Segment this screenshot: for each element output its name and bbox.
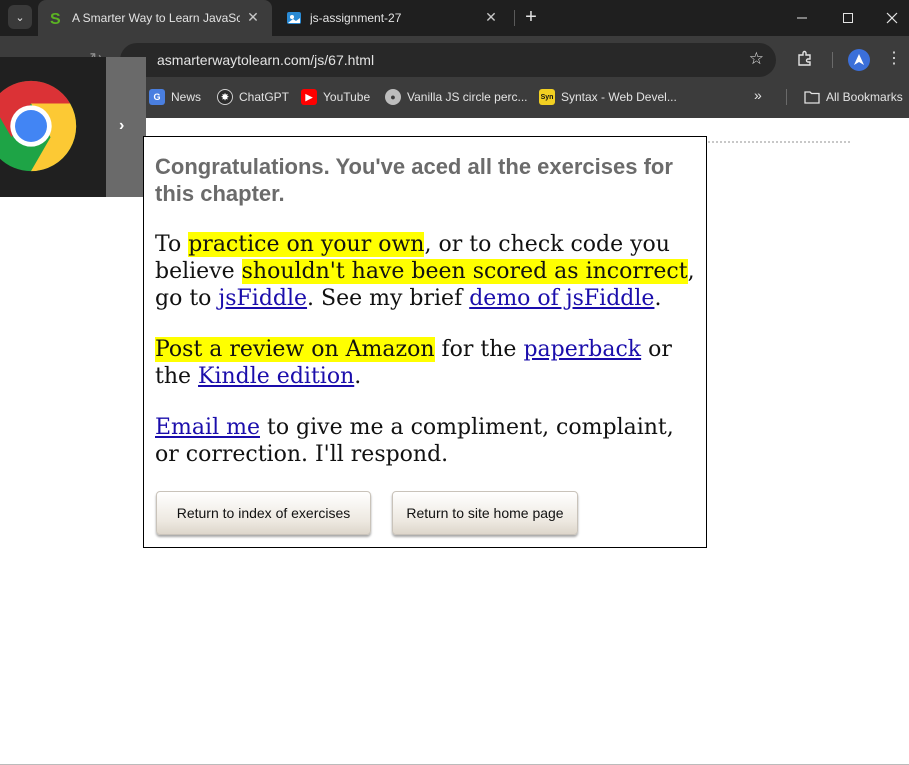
close-tab-icon[interactable]: ✕ bbox=[244, 9, 262, 26]
chrome-logo-overlay: › bbox=[0, 57, 146, 197]
tab-active[interactable]: S A Smarter Way to Learn JavaScript ✕ bbox=[38, 0, 272, 36]
chatgpt-icon: ✸ bbox=[217, 89, 233, 105]
text: . bbox=[654, 286, 662, 311]
bookmarks-overflow-icon[interactable]: » bbox=[754, 87, 762, 103]
new-tab-button[interactable]: + bbox=[520, 5, 542, 29]
syntax-icon: Syn bbox=[539, 89, 555, 105]
maximize-button[interactable] bbox=[825, 0, 871, 36]
maximize-icon bbox=[843, 13, 853, 23]
text: . bbox=[354, 364, 362, 389]
bookmark-label: News bbox=[171, 90, 202, 104]
highlight-practice: practice on your own bbox=[188, 232, 425, 257]
bookmark-label: Vanilla JS circle perc... bbox=[407, 90, 528, 104]
return-to-index-button[interactable]: Return to index of exercises bbox=[156, 491, 371, 535]
folder-icon bbox=[804, 89, 820, 105]
review-paragraph: Post a review on Amazon for the paperbac… bbox=[155, 336, 700, 390]
dotted-divider bbox=[684, 141, 850, 143]
email-paragraph: Email me to give me a compliment, compla… bbox=[155, 414, 700, 468]
bookmark-label: ChatGPT bbox=[239, 90, 290, 104]
demo-jsfiddle-link[interactable]: demo of jsFiddle bbox=[469, 286, 654, 311]
image-favicon-icon bbox=[286, 10, 302, 26]
url-text: asmarterwaytolearn.com/js/67.html bbox=[157, 52, 375, 68]
text: for the bbox=[434, 337, 524, 362]
close-icon bbox=[886, 12, 898, 24]
bookmark-youtube[interactable]: ▶ YouTube bbox=[301, 84, 370, 110]
bookmark-label: Syntax - Web Devel... bbox=[561, 90, 677, 104]
tab-inactive[interactable]: js-assignment-27 ✕ bbox=[276, 0, 510, 36]
minimize-button[interactable] bbox=[779, 0, 825, 36]
practice-paragraph: To practice on your own, or to check cod… bbox=[155, 231, 700, 312]
news-icon: G bbox=[149, 89, 165, 105]
chrome-logo-icon bbox=[0, 80, 77, 172]
close-window-button[interactable] bbox=[869, 0, 909, 36]
text: . See my brief bbox=[307, 286, 470, 311]
tab-bar: ⌄ S A Smarter Way to Learn JavaScript ✕ … bbox=[0, 0, 909, 36]
all-bookmarks[interactable]: All Bookmarks bbox=[804, 84, 903, 110]
chevron-right-icon[interactable]: › bbox=[119, 117, 124, 135]
address-bar[interactable]: asmarterwaytolearn.com/js/67.html ☆ bbox=[120, 43, 776, 77]
star-icon[interactable]: ☆ bbox=[749, 49, 764, 69]
overlay-side-strip[interactable] bbox=[106, 57, 146, 197]
minimize-icon bbox=[797, 17, 807, 19]
tab-title: A Smarter Way to Learn JavaScript bbox=[72, 11, 240, 25]
kindle-edition-link[interactable]: Kindle edition bbox=[198, 364, 354, 389]
bookmark-chatgpt[interactable]: ✸ ChatGPT bbox=[217, 84, 289, 110]
email-me-link[interactable]: Email me bbox=[155, 415, 260, 440]
chevron-down-icon: ⌄ bbox=[15, 11, 25, 24]
tab-search-button[interactable]: ⌄ bbox=[8, 5, 32, 29]
more-menu-icon[interactable]: ⋮ bbox=[886, 48, 902, 68]
bookmarks-separator bbox=[786, 89, 787, 105]
congrats-card: Congratulations. You've aced all the exe… bbox=[143, 136, 707, 548]
extensions-icon[interactable] bbox=[796, 50, 814, 73]
return-to-home-button[interactable]: Return to site home page bbox=[392, 491, 578, 535]
bookmark-syntax[interactable]: Syn Syntax - Web Devel... bbox=[539, 84, 677, 110]
jsfiddle-link[interactable]: jsFiddle bbox=[218, 286, 307, 311]
bookmark-label: YouTube bbox=[323, 90, 371, 104]
toolbar-separator bbox=[832, 52, 833, 68]
bookmark-vanilla-js[interactable]: ● Vanilla JS circle perc... bbox=[385, 84, 528, 110]
highlight-review: Post a review on Amazon bbox=[155, 337, 435, 362]
profile-avatar-icon[interactable] bbox=[848, 49, 870, 71]
youtube-icon: ▶ bbox=[301, 89, 317, 105]
paperback-link[interactable]: paperback bbox=[523, 337, 641, 362]
tab-separator bbox=[514, 10, 515, 26]
highlight-incorrect: shouldn't have been scored as incorrect bbox=[241, 259, 688, 284]
svg-text:S: S bbox=[50, 11, 61, 26]
smarter-way-favicon-icon: S bbox=[48, 10, 64, 26]
bookmark-news[interactable]: G News bbox=[149, 84, 201, 110]
close-tab-icon[interactable]: ✕ bbox=[482, 9, 500, 26]
all-bookmarks-label: All Bookmarks bbox=[826, 90, 903, 104]
congrats-heading: Congratulations. You've aced all the exe… bbox=[155, 154, 673, 206]
text: To bbox=[155, 232, 189, 257]
globe-icon: ● bbox=[385, 89, 401, 105]
tab-title: js-assignment-27 bbox=[310, 11, 402, 25]
